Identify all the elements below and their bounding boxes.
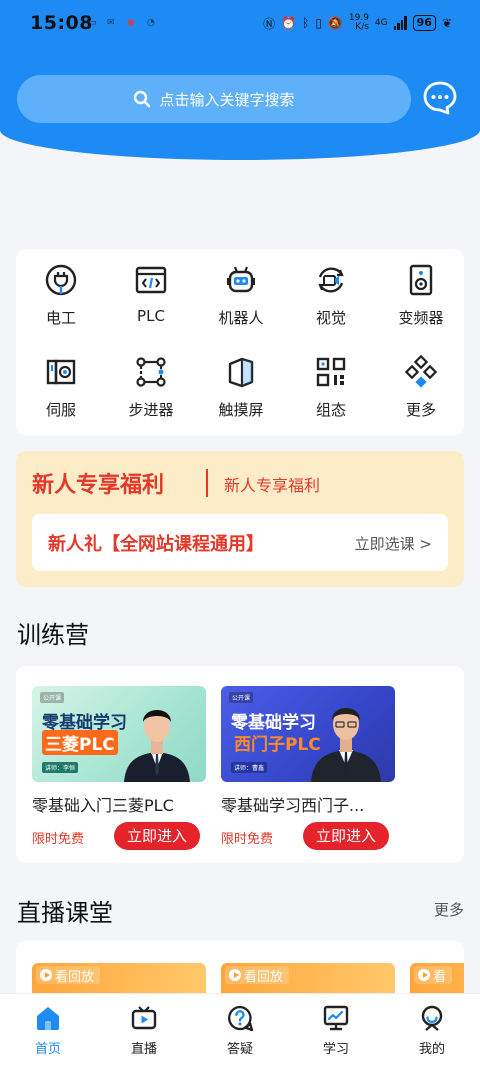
nav-qa[interactable]: 答疑: [200, 1004, 280, 1057]
search-icon: [134, 90, 151, 108]
alarm-icon: ⏰: [281, 16, 297, 30]
replay-badge: 看: [414, 966, 453, 985]
mail-icon: ✉: [107, 18, 115, 28]
mute-icon: 🔕: [327, 16, 343, 30]
servo-icon: [46, 359, 76, 385]
gift-title: 新人礼【全网站课程通用】: [48, 534, 264, 555]
category-inverter[interactable]: 变频器: [376, 249, 466, 329]
status-bar: 15:08 ▭ ✉ ● ◔ Ⓝ ⏰ ᛒ ▯ 🔕 19.9 K/s 4G 96 ❦: [0, 0, 480, 50]
category-stepper[interactable]: 步进器: [106, 341, 196, 421]
category-vision[interactable]: 视觉: [286, 249, 376, 329]
category-touchscreen[interactable]: 触摸屏: [196, 341, 286, 421]
replay-badge: 看回放: [225, 966, 290, 985]
net-speed: 19.9 K/s: [348, 13, 369, 32]
more-diamond-icon: [404, 355, 438, 388]
tv-icon: [131, 1006, 157, 1030]
plug-icon: [45, 264, 77, 296]
touchscreen-icon: [228, 357, 254, 388]
nfc-icon: Ⓝ: [263, 16, 276, 31]
speaker-box-icon: [409, 264, 433, 296]
category-servo[interactable]: 伺服: [16, 341, 106, 421]
newcomer-gift-banner[interactable]: 新人礼【全网站课程通用】 立即选课 >: [32, 514, 448, 571]
play-icon: [229, 969, 241, 981]
category-grid: 电工 PLC 机器人 视觉 变频器 伺服 步进器 触摸屏 组态 更多: [16, 249, 464, 435]
live-more-link[interactable]: 更多: [434, 899, 464, 920]
message-icon[interactable]: [422, 80, 458, 116]
enter-course-button[interactable]: 立即进入: [303, 822, 389, 850]
status-time: 15:08: [30, 12, 93, 34]
camera-icon: [318, 267, 344, 293]
search-input[interactable]: 点击输入关键字搜索: [17, 75, 411, 123]
live-section-title: 直播课堂: [17, 899, 113, 927]
category-more[interactable]: 更多: [376, 341, 466, 421]
promo-title: 新人专享福利: [32, 473, 165, 498]
nav-study[interactable]: 学习: [296, 1004, 376, 1057]
play-icon: [418, 969, 430, 981]
live-course-list: 看回放 看回放 看: [16, 941, 464, 1001]
course-thumbnail[interactable]: 公开课 零基础学习 西门子PLC 讲师：曹鑫: [221, 686, 395, 782]
signal-icon: [393, 16, 407, 30]
app-notification-icon: ●: [127, 18, 135, 28]
battery-indicator: 96: [412, 15, 436, 31]
stepper-icon: [136, 357, 166, 387]
code-window-icon: [135, 266, 167, 294]
robot-icon: [227, 266, 255, 293]
vibrate-icon: ▯: [315, 16, 322, 30]
question-icon: [228, 1005, 254, 1032]
category-plc[interactable]: PLC: [106, 249, 196, 329]
home-icon: [37, 1007, 59, 1030]
course-thumbnail[interactable]: 公开课 零基础学习 三菱PLC 讲师：李恒: [32, 686, 206, 782]
promo-subtitle: 新人专享福利: [224, 476, 321, 495]
user-icon: [421, 1005, 443, 1031]
course-card[interactable]: 公开课 零基础学习 三菱PLC 讲师：李恒 零基础入门三菱PLC 限时免费 立即…: [32, 686, 206, 850]
newcomer-promo: 新人专享福利 新人专享福利 新人礼【全网站课程通用】 立即选课 >: [16, 451, 464, 587]
training-course-list: 公开课 零基础学习 三菱PLC 讲师：李恒 零基础入门三菱PLC 限时免费 立即…: [16, 666, 464, 863]
promo-divider: [206, 469, 208, 497]
select-course-link[interactable]: 立即选课 >: [355, 533, 432, 554]
nav-live[interactable]: 直播: [104, 1004, 184, 1057]
network-type: 4G: [374, 18, 388, 28]
search-placeholder: 点击输入关键字搜索: [159, 90, 295, 109]
qr-grid-icon: [316, 357, 346, 387]
leaf-icon: ❦: [441, 16, 452, 30]
play-icon: [40, 969, 52, 981]
training-section-title: 训练营: [17, 621, 89, 649]
category-robot[interactable]: 机器人: [196, 249, 286, 329]
category-electrician[interactable]: 电工: [16, 249, 106, 329]
free-badge: 限时免费: [221, 832, 274, 847]
replay-badge: 看回放: [36, 966, 101, 985]
course-card[interactable]: 公开课 零基础学习 西门子PLC 讲师：曹鑫 零基础学习西门子... 限时免费 …: [221, 686, 395, 850]
status-indicators: Ⓝ ⏰ ᛒ ▯ 🔕 19.9 K/s 4G 96 ❦: [263, 14, 452, 32]
nav-home[interactable]: 首页: [8, 1004, 88, 1057]
teacher-photo: [124, 710, 190, 782]
category-config[interactable]: 组态: [286, 341, 376, 421]
teacher-photo: [311, 708, 381, 782]
course-title: 零基础学习西门子...: [221, 796, 365, 815]
bluetooth-icon: ᛒ: [302, 16, 310, 30]
free-badge: 限时免费: [32, 832, 85, 847]
enter-course-button[interactable]: 立即进入: [114, 822, 200, 850]
course-title: 零基础入门三菱PLC: [32, 796, 174, 815]
monitor-chart-icon: [323, 1005, 349, 1031]
app-notification-icon: ◔: [147, 18, 155, 28]
nav-profile[interactable]: 我的: [392, 1004, 472, 1057]
notification-icon: ▭: [88, 18, 97, 28]
bottom-navigation: 首页 直播 答疑 学习 我的: [0, 993, 480, 1068]
